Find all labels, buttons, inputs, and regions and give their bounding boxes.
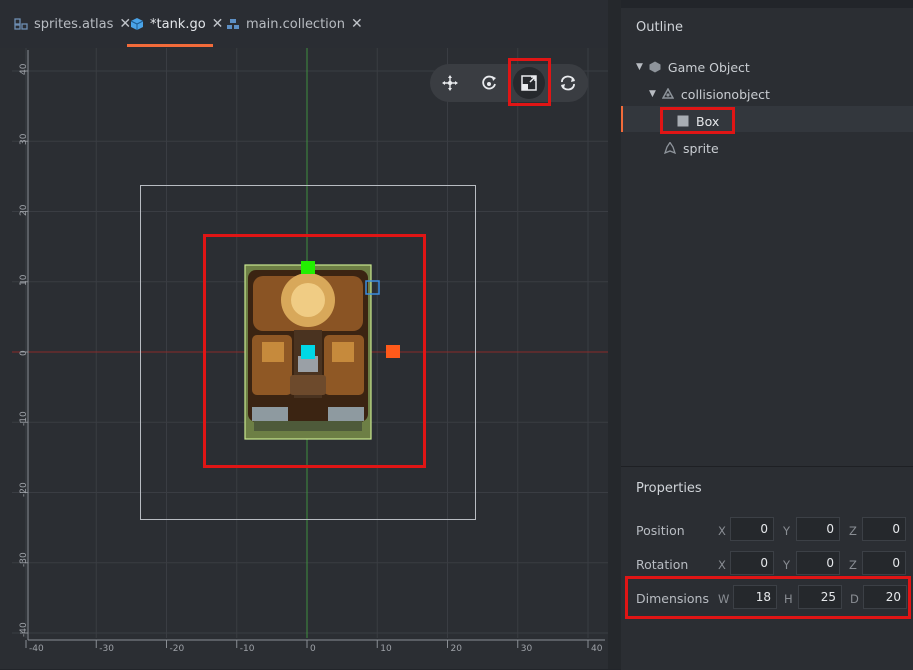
properties-title: Properties [636, 481, 702, 496]
scale-x-handle[interactable] [386, 345, 400, 358]
tree-node-game-object[interactable]: ▼ Game Object [636, 56, 750, 78]
tree-node-label: Box [696, 113, 720, 129]
rotation-label: Rotation [636, 557, 689, 572]
expand-arrow-icon[interactable]: ▼ [649, 89, 656, 99]
move-tool-button[interactable] [434, 67, 466, 99]
dimensions-h-field[interactable]: 25 [798, 585, 842, 609]
ruler-label: -30 [19, 552, 29, 567]
ruler-label: -40 [19, 622, 29, 637]
scale-y-handle[interactable] [301, 261, 315, 274]
rotation-y-field[interactable]: 0 [796, 551, 840, 575]
camera-reset-icon [561, 75, 575, 91]
axis-label: Y [783, 558, 791, 572]
sprite-icon [664, 142, 676, 154]
position-x-field[interactable]: 0 [730, 517, 774, 541]
ruler-label: -10 [19, 411, 29, 427]
tree-node-sprite[interactable]: sprite [664, 137, 719, 159]
outline-title: Outline [636, 20, 684, 35]
axis-label: Y [783, 524, 791, 538]
outline-panel: Outline ▼ Game Object ▼ collisionobject … [621, 8, 913, 466]
ruler-label: 40 [19, 63, 29, 75]
axis-label: Z [849, 558, 857, 572]
properties-panel: Properties Position X 0 Y 0 Z 0 Rotation… [621, 466, 913, 670]
ruler-label: 30 [520, 644, 533, 654]
ruler-label: 0 [310, 644, 316, 654]
ruler-label: -20 [19, 481, 29, 497]
dimensions-label: Dimensions [636, 591, 709, 606]
axis-label: W [718, 592, 730, 606]
ruler-label: -30 [99, 644, 114, 654]
axis-label: Z [849, 524, 857, 538]
ruler-label: 10 [19, 274, 29, 286]
box-shape-icon [677, 115, 689, 127]
tree-node-label: sprite [683, 140, 719, 156]
position-y-field[interactable]: 0 [796, 517, 840, 541]
dimensions-d-field[interactable]: 20 [863, 585, 907, 609]
rotate-tool-button[interactable] [473, 67, 505, 99]
tree-node-box[interactable]: Box [677, 110, 719, 132]
axis-label: X [718, 524, 726, 538]
ruler-label: -10 [239, 644, 255, 654]
game-object-icon [649, 61, 661, 73]
panel-divider[interactable] [608, 0, 621, 669]
ruler-label: -40 [29, 644, 44, 654]
selected-row-accent [621, 106, 623, 132]
camera-tool-button[interactable] [552, 67, 584, 99]
move-icon [442, 75, 458, 91]
scale-uniform-handle[interactable] [301, 345, 315, 359]
tree-node-label: collisionobject [680, 86, 770, 102]
ruler-label: -20 [169, 644, 185, 654]
ruler-label: 30 [19, 133, 29, 146]
position-z-field[interactable]: 0 [862, 517, 906, 541]
dimensions-w-field[interactable]: 18 [733, 585, 777, 609]
scale-icon [521, 75, 537, 91]
tree-node-label: Game Object [667, 59, 750, 75]
axis-label: X [718, 558, 726, 572]
tree-node-collisionobject[interactable]: ▼ collisionobject [649, 83, 770, 105]
collision-object-icon [661, 88, 674, 99]
axis-label: D [850, 592, 859, 606]
scale-tool-button[interactable] [513, 67, 545, 99]
manipulator-toolbar [430, 64, 588, 102]
rotate-icon [482, 75, 496, 90]
selected-row-background [621, 106, 913, 132]
ruler-label: 0 [19, 350, 29, 356]
rotation-z-field[interactable]: 0 [862, 551, 906, 575]
position-label: Position [636, 523, 685, 538]
expand-arrow-icon[interactable]: ▼ [636, 62, 643, 72]
ruler-label: 20 [19, 204, 29, 216]
ruler-label: 10 [380, 644, 392, 654]
ruler-label: 20 [450, 644, 462, 654]
ruler-label: 40 [591, 644, 603, 654]
rotation-x-field[interactable]: 0 [730, 551, 774, 575]
axis-label: H [784, 592, 793, 606]
